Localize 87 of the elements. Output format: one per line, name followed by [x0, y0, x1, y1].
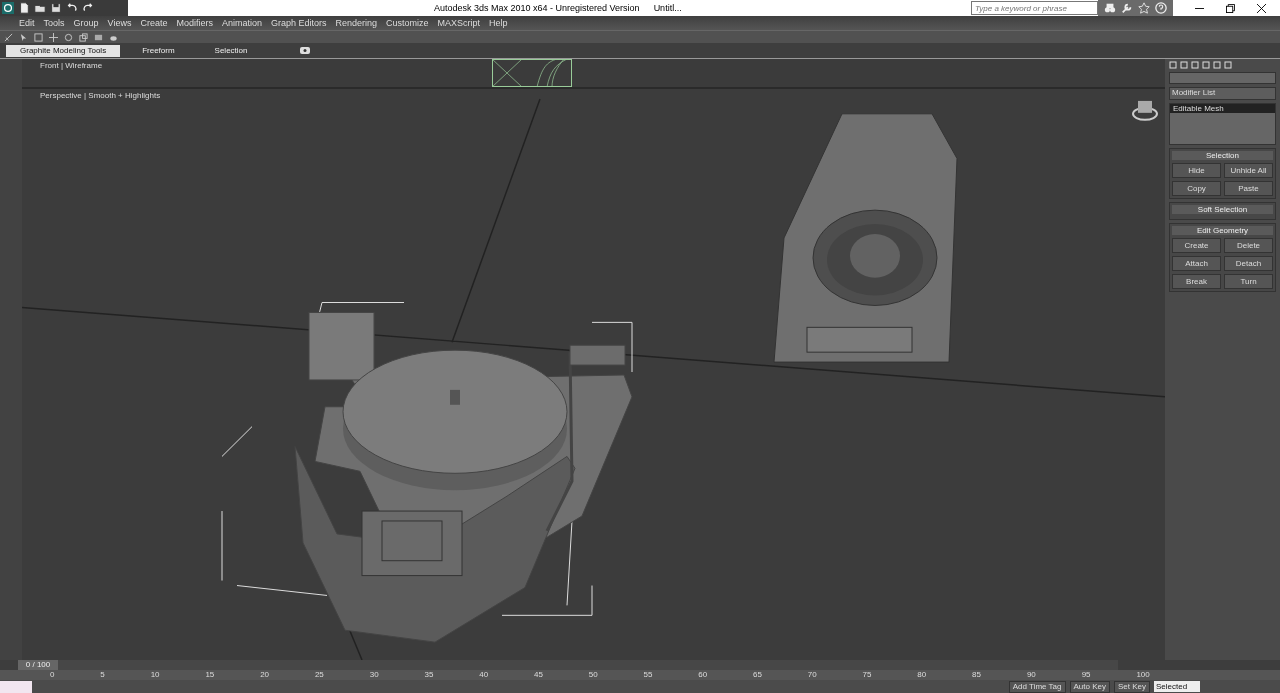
frame-number: 80 — [917, 670, 927, 680]
frame-number: 75 — [862, 670, 872, 680]
time-slider[interactable]: 0 / 100 — [18, 660, 58, 670]
stack-item[interactable]: Editable Mesh — [1170, 104, 1275, 113]
menu-item[interactable]: MAXScript — [437, 18, 481, 28]
front-viewport[interactable]: Front | Wireframe — [22, 59, 1165, 89]
save-icon[interactable] — [50, 2, 62, 14]
frame-number: 55 — [643, 670, 653, 680]
viewcube-icon[interactable] — [1132, 100, 1158, 121]
scale-icon[interactable] — [79, 32, 88, 42]
panel-button[interactable]: Unhide All — [1224, 163, 1273, 178]
set-key-button[interactable]: Set Key — [1114, 680, 1150, 693]
panel-button[interactable]: Break — [1172, 274, 1221, 289]
menu-item[interactable]: Group — [73, 18, 99, 28]
help-icon[interactable] — [1155, 2, 1167, 14]
frame-number: 60 — [698, 670, 708, 680]
frame-number: 65 — [753, 670, 762, 680]
folder-icon[interactable] — [34, 2, 46, 14]
ribbon-tab[interactable]: Graphite Modeling Tools — [6, 44, 121, 57]
menu-item[interactable]: Views — [107, 18, 132, 28]
modifier-list-dropdown[interactable]: Modifier List — [1169, 87, 1276, 100]
star-icon[interactable] — [1138, 2, 1150, 14]
panel-button[interactable]: Attach — [1172, 256, 1221, 271]
window-title: Autodesk 3ds Max 2010 x64 - Unregistered Version — [434, 3, 640, 13]
frame-number: 20 — [260, 670, 270, 680]
frame-number: 35 — [424, 670, 434, 680]
search-field[interactable]: Type a keyword or phrase — [971, 1, 1098, 15]
menu-item[interactable]: Help — [489, 18, 508, 28]
wrench-icon[interactable] — [1121, 2, 1133, 14]
restore-icon[interactable] — [1226, 3, 1235, 13]
frame-number: 50 — [588, 670, 598, 680]
redo-icon[interactable] — [82, 2, 94, 14]
square-icon[interactable] — [34, 32, 43, 42]
turntable-drawing[interactable] — [221, 302, 633, 643]
panel-button[interactable]: Paste — [1224, 181, 1273, 196]
select-arrow-icon[interactable] — [19, 32, 28, 42]
frame-number: 5 — [100, 670, 105, 680]
viewport-label[interactable]: Perspective | Smooth + Highlights — [40, 91, 161, 100]
perspective-viewport[interactable]: Perspective | Smooth + Highlights — [22, 89, 1165, 660]
frame-number: 70 — [807, 670, 817, 680]
key-filter-dropdown[interactable]: Selected — [1154, 681, 1200, 692]
viewport-label[interactable]: Front | Wireframe — [40, 61, 103, 70]
toggle-icon[interactable] — [299, 47, 310, 54]
panel-button[interactable]: Turn — [1224, 274, 1273, 289]
menu-item[interactable]: Tools — [43, 18, 65, 28]
move-icon[interactable] — [49, 32, 58, 42]
frame-number: 45 — [534, 670, 543, 680]
frame-number: 25 — [314, 670, 324, 680]
panel-button[interactable]: Delete — [1224, 238, 1273, 253]
panel-button[interactable]: Hide — [1172, 163, 1221, 178]
menu-item[interactable]: Customize — [386, 18, 429, 28]
new-file-icon[interactable] — [18, 2, 30, 14]
time-slider-track[interactable]: 0 / 100 — [18, 660, 1118, 670]
frame-number: 90 — [1026, 670, 1036, 680]
document-name: Untitl... — [653, 3, 682, 13]
binoculars-icon[interactable] — [1104, 2, 1116, 14]
frame-number: 15 — [205, 670, 215, 680]
panel-button[interactable]: Create — [1172, 238, 1221, 253]
menu-item[interactable]: Rendering — [335, 18, 378, 28]
undo-icon[interactable] — [66, 2, 78, 14]
close-icon[interactable] — [1257, 3, 1266, 13]
frame-number: 0 — [50, 670, 55, 680]
frame-number: 40 — [479, 670, 489, 680]
menu-item[interactable]: Modifiers — [176, 18, 213, 28]
panel-button[interactable]: Copy — [1172, 181, 1221, 196]
frame-number: 85 — [972, 670, 981, 680]
panel-button[interactable]: Detach — [1224, 256, 1273, 271]
rollout-title[interactable]: Edit Geometry — [1172, 226, 1273, 235]
ribbon-tab[interactable]: Selection — [196, 44, 266, 57]
speaker-drawing[interactable] — [773, 113, 958, 363]
object-name-field[interactable] — [1169, 72, 1276, 84]
rollout-title[interactable]: Soft Selection — [1172, 205, 1273, 214]
menu-item[interactable]: Animation — [221, 18, 262, 28]
frame-number: 95 — [1081, 670, 1091, 680]
menu-item[interactable]: Edit — [19, 18, 35, 28]
menu-item[interactable]: Graph Editors — [270, 18, 327, 28]
menu-item[interactable]: Create — [140, 18, 168, 28]
frame-number: 30 — [369, 670, 379, 680]
frame-number: 100 — [1136, 670, 1150, 680]
ribbon-tab[interactable]: Freeform — [124, 44, 193, 57]
add-time-tag-button[interactable]: Add Time Tag — [1008, 680, 1066, 693]
auto-key-button[interactable]: Auto Key — [1069, 680, 1110, 693]
rotate-icon[interactable] — [64, 32, 73, 42]
frame-number: 10 — [150, 670, 160, 680]
app-logo-icon[interactable] — [2, 2, 14, 14]
rollout-title[interactable]: Selection — [1172, 151, 1273, 160]
maxscript-listener[interactable] — [0, 680, 32, 693]
